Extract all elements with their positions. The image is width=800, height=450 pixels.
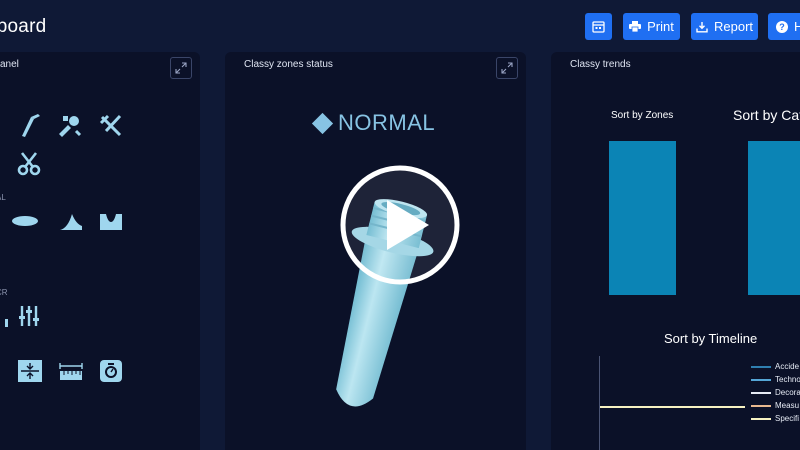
print-button[interactable]: Print [623, 13, 680, 40]
ruler-icon[interactable] [58, 362, 84, 387]
help-label: H [794, 19, 800, 34]
section-label: AL [0, 193, 6, 202]
section-label: CR [0, 288, 8, 297]
download-icon [696, 21, 708, 33]
play-icon[interactable] [339, 164, 461, 286]
legend-item: Decora [751, 388, 800, 397]
legend-label: Measu [775, 401, 800, 410]
print-label: Print [647, 19, 674, 34]
report-button[interactable]: Report [691, 13, 758, 40]
calendar-icon [592, 20, 605, 33]
tool-panel: anel AL CR [0, 52, 200, 450]
legend-item: Specifi [751, 414, 799, 423]
scissors-icon[interactable] [16, 151, 42, 182]
indicator-icon [4, 314, 10, 332]
legend-item: Accide [751, 362, 799, 371]
dimension-icon[interactable] [16, 358, 44, 389]
legend-label: Accide [775, 362, 800, 371]
status-label: NORMAL [338, 110, 436, 135]
legend-label: Techno [775, 375, 800, 384]
categories-bar [748, 141, 800, 295]
scale-icon[interactable] [98, 358, 124, 389]
svg-text:?: ? [779, 22, 785, 32]
calendar-button[interactable] [585, 13, 612, 40]
legend-swatch [751, 404, 771, 407]
timeline-axis [599, 356, 600, 450]
zones-status-panel: Classy zones status NORMAL [225, 52, 526, 450]
ellipse-icon[interactable] [10, 212, 40, 235]
sliders-icon[interactable] [18, 304, 40, 333]
zones-chart-title: Sort by Zones [611, 110, 674, 121]
trends-panel: Classy trends Sort by Zones Sort by Cate… [551, 52, 800, 450]
question-icon: ? [776, 20, 788, 33]
help-button[interactable]: ? H [768, 13, 800, 40]
legend-swatch [751, 378, 771, 381]
timeline-series-line [600, 406, 745, 408]
legend-item: Measu [751, 401, 799, 410]
legend-label: Decora [775, 388, 800, 397]
fin-icon[interactable] [58, 210, 84, 237]
expand-icon [175, 62, 187, 74]
legend-swatch [751, 417, 771, 420]
printer-icon [629, 21, 642, 32]
expand-icon [501, 62, 513, 74]
legend-swatch [751, 365, 771, 368]
legend-item: Techno [751, 375, 800, 384]
legend-swatch [751, 391, 771, 394]
bowl-icon[interactable] [98, 210, 124, 237]
tools-icon[interactable] [56, 113, 82, 144]
tools-icon[interactable] [98, 113, 124, 144]
status-indicator: NORMAL [311, 110, 436, 136]
report-label: Report [713, 19, 754, 34]
expand-button[interactable] [170, 57, 192, 79]
panel-title: Classy zones status [244, 59, 333, 70]
categories-chart-title: Sort by Cate [733, 107, 800, 123]
panel-title: Classy trends [570, 59, 631, 70]
expand-button[interactable] [496, 57, 518, 79]
diamond-icon [311, 112, 334, 134]
zones-bar [609, 141, 676, 295]
timeline-chart-title: Sort by Timeline [664, 331, 758, 346]
brush-icon[interactable] [18, 113, 44, 144]
panel-title: anel [0, 59, 19, 70]
page-title: hboard [0, 16, 47, 37]
legend-label: Specifi [775, 414, 800, 423]
top-bar: hboard Print Report ? H [0, 0, 800, 52]
